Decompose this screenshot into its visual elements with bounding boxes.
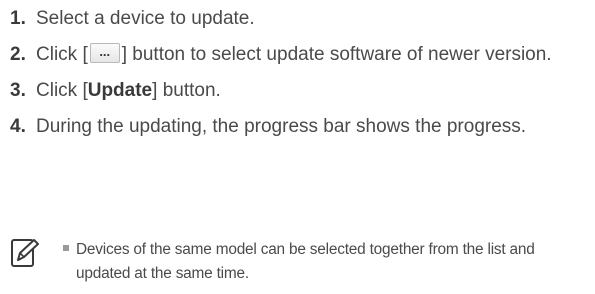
step-text-before: Click [ (36, 44, 88, 65)
step-number: 3. (10, 80, 26, 101)
step-text: Click [...] button to select update soft… (36, 42, 585, 68)
step-text: During the updating, the progress bar sh… (36, 116, 527, 137)
step-text-after: ] button. (152, 80, 221, 101)
step-2: 2. Click [...] button to select update s… (10, 42, 585, 68)
note-text: Devices of the same model can be selecte… (76, 241, 535, 282)
step-text: Select a device to update. (36, 8, 255, 29)
step-text: Click [Update] button. (36, 78, 585, 104)
step-number: 4. (10, 116, 26, 137)
update-button-label: Update (87, 80, 153, 101)
step-text-after: ] button to select update software of ne… (121, 44, 552, 65)
step-4: 4. During the updating, the progress bar… (10, 114, 585, 140)
step-1: 1. Select a device to update. (10, 6, 585, 32)
step-number: 2. (10, 44, 26, 65)
step-text-before: Click [ (36, 80, 88, 101)
instruction-steps: 1. Select a device to update. 2. Click [… (10, 6, 585, 150)
bullet-marker (63, 245, 69, 251)
note-pencil-icon (11, 239, 39, 267)
browse-button-image: ... (89, 43, 120, 64)
step-3: 3. Click [Update] button. (10, 78, 585, 104)
step-number: 1. (10, 8, 26, 29)
